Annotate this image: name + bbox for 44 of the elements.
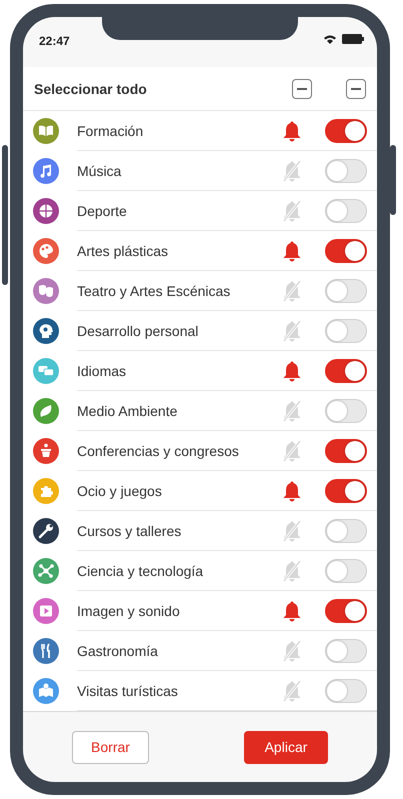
clear-button[interactable]: Borrar	[72, 730, 149, 764]
bell-off-icon[interactable]	[282, 560, 302, 582]
select-all-label: Seleccionar todo	[34, 81, 147, 97]
category-label: Música	[77, 162, 122, 178]
bell-off-icon[interactable]	[282, 320, 302, 342]
toggle-switch[interactable]	[325, 238, 367, 262]
category-label: Artes plásticas	[77, 242, 170, 258]
status-time: 22:47	[39, 34, 70, 48]
bell-icon[interactable]	[282, 120, 302, 142]
bell-off-icon[interactable]	[282, 400, 302, 422]
bell-icon[interactable]	[282, 600, 302, 622]
bell-icon[interactable]	[282, 480, 302, 502]
category-label: Idiomas	[77, 362, 128, 378]
bell-icon[interactable]	[282, 240, 302, 262]
bell-off-icon[interactable]	[282, 640, 302, 662]
category-label: Ocio y juegos	[77, 482, 163, 498]
toggle-switch[interactable]	[325, 438, 367, 462]
toggle-switch[interactable]	[325, 598, 367, 622]
toggle-switch[interactable]	[325, 118, 367, 142]
category-label: Visitas turísticas	[77, 682, 179, 698]
bell-off-icon[interactable]	[282, 160, 302, 182]
select-all-checkbox[interactable]	[292, 79, 312, 99]
category-label: Gastronomía	[77, 642, 159, 658]
category-label: Medio Ambiente	[77, 402, 178, 418]
wifi-icon	[324, 34, 336, 44]
toggle-switch[interactable]	[325, 478, 367, 502]
select-all-checkbox[interactable]	[346, 79, 366, 99]
bell-off-icon[interactable]	[282, 440, 302, 462]
category-label: Teatro y Artes Escénicas	[77, 282, 232, 298]
apply-button[interactable]: Aplicar	[244, 730, 328, 764]
bell-icon[interactable]	[282, 360, 302, 382]
bell-off-icon[interactable]	[282, 280, 302, 302]
bell-off-icon[interactable]	[282, 520, 302, 542]
bell-off-icon[interactable]	[282, 200, 302, 222]
battery-icon	[342, 34, 364, 44]
category-label: Formación	[77, 122, 144, 138]
category-label: Desarrollo personal	[77, 322, 200, 338]
category-label: Deporte	[77, 202, 128, 218]
category-label: Conferencias y congresos	[77, 442, 240, 458]
category-label: Ciencia y tecnología	[77, 562, 204, 578]
toggle-switch[interactable]	[325, 358, 367, 382]
category-label: Cursos y talleres	[77, 522, 182, 538]
category-label: Imagen y sonido	[77, 602, 181, 618]
bell-off-icon[interactable]	[282, 680, 302, 702]
